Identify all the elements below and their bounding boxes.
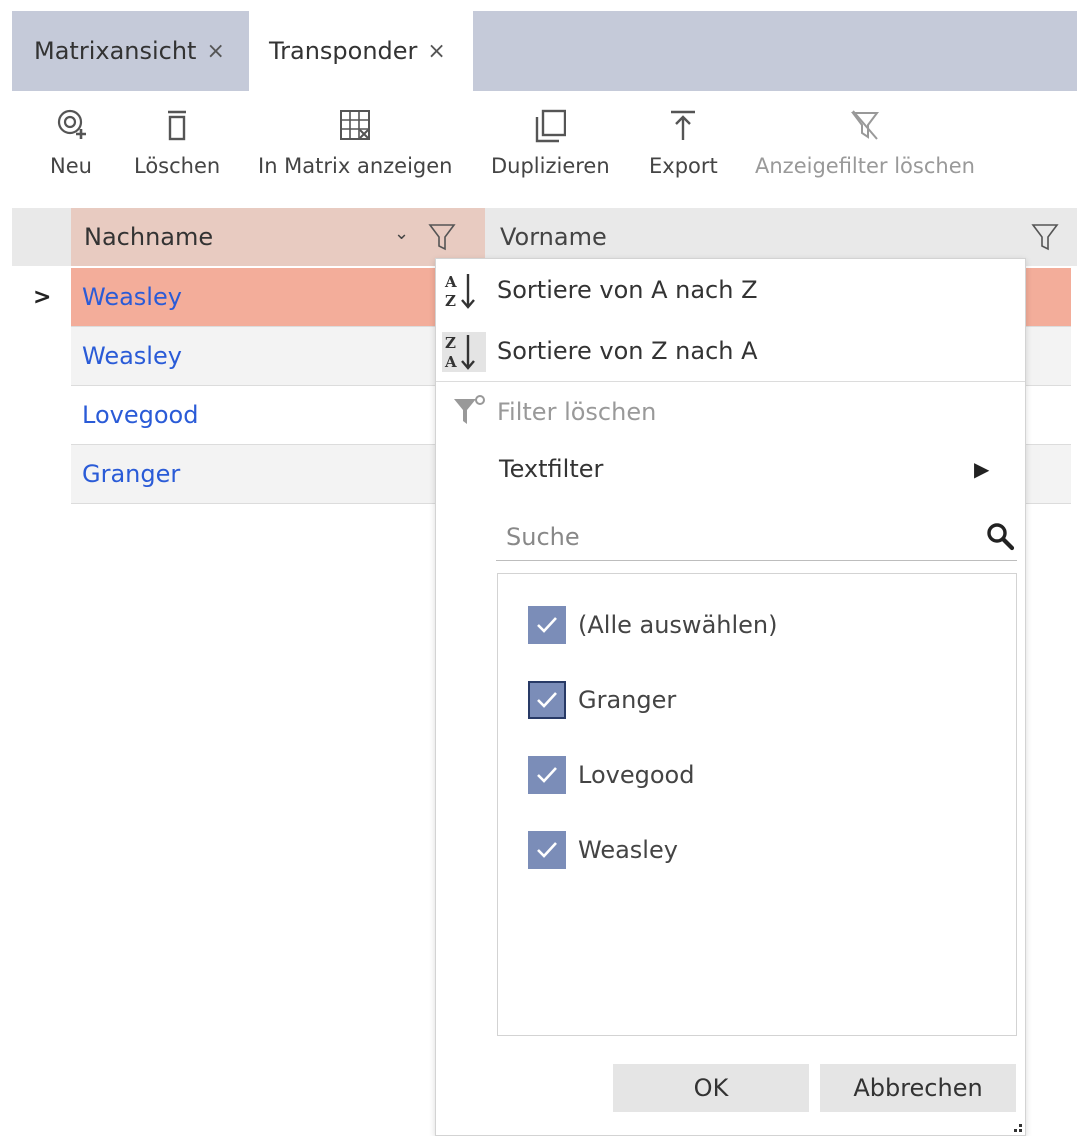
filter-clear-icon [454,395,485,424]
delete-button[interactable]: Löschen [134,108,220,178]
clear-display-filter-label: Anzeigefilter löschen [755,154,975,178]
sort-a-z-icon: A Z [444,273,475,310]
clear-filter-label: Filter löschen [497,398,657,426]
duplicate-icon [536,109,567,143]
sort-z-a-icon: Z A [442,332,486,372]
tab-label: Transponder [269,37,418,65]
close-icon[interactable]: × [206,39,224,64]
show-in-matrix-label: In Matrix anzeigen [258,154,453,178]
new-label: Neu [50,154,92,178]
list-item[interactable]: Granger [528,680,676,720]
submenu-arrow-icon: ▶ [974,457,990,481]
column-label: Vorname [500,223,607,251]
checkbox-weasley[interactable] [528,831,566,869]
text-filter-menu-item[interactable]: Textfilter ▶ [436,440,1025,498]
trash-icon [168,110,187,141]
svg-text:Z: Z [445,334,456,352]
toolbar: Neu Löschen In Matrix anzeigen Duplizier… [0,108,1077,188]
tab-transponder[interactable]: Transponder × [249,11,473,91]
column-label: Nachname [84,223,214,251]
checkmark-icon [537,842,557,858]
new-button[interactable]: Neu [50,108,92,178]
sort-descending-icon: ⌄ [394,223,410,244]
checkbox-lovegood[interactable] [528,756,566,794]
filter-icon[interactable] [1031,222,1059,252]
cell-nachname[interactable]: Weasley [82,283,182,311]
tab-matrixansicht[interactable]: Matrixansicht × [12,11,249,91]
svg-text:A: A [444,273,457,291]
export-label: Export [649,154,718,178]
filter-icon[interactable] [428,222,456,252]
list-item-label: (Alle auswählen) [578,611,778,639]
list-item[interactable]: Lovegood [528,755,694,795]
cancel-button[interactable]: Abbrechen [820,1064,1016,1112]
cell-nachname[interactable]: Granger [82,460,180,488]
search-icon[interactable] [985,521,1015,551]
checkmark-icon [537,617,557,633]
filter-search-input[interactable] [496,517,966,557]
cell-nachname[interactable]: Weasley [82,342,182,370]
list-item[interactable]: (Alle auswählen) [528,605,778,645]
list-item[interactable]: Weasley [528,830,678,870]
cell-nachname[interactable]: Lovegood [82,401,198,429]
matrix-grid-icon [340,110,371,140]
checkbox-granger[interactable] [528,681,566,719]
column-filter-popup: A Z Sortiere von A nach Z Z A Sortiere v… [435,258,1026,1136]
checkmark-icon [537,767,557,783]
ok-button[interactable]: OK [613,1064,809,1112]
show-in-matrix-button[interactable]: In Matrix anzeigen [258,108,453,178]
export-button[interactable]: Export [649,108,718,178]
clear-filter-menu-item[interactable]: Filter löschen [436,383,1025,441]
delete-label: Löschen [134,154,221,178]
checkmark-icon [537,692,557,708]
list-item-label: Granger [578,686,677,714]
export-icon [671,110,696,140]
new-transponder-icon [57,109,86,139]
tab-bar: Matrixansicht × Transponder × [12,11,1077,91]
sort-ascending-label: Sortiere von A nach Z [497,276,758,304]
text-filter-label: Textfilter [499,455,604,483]
column-header-nachname[interactable]: Nachname ⌄ [71,208,485,266]
sort-descending-menu-item[interactable]: Z A Sortiere von Z nach A [436,322,1025,380]
duplicate-label: Duplizieren [491,154,610,178]
sort-descending-label: Sortiere von Z nach A [497,337,758,365]
current-row-indicator: > [33,285,52,310]
close-icon[interactable]: × [427,39,445,64]
filter-search [496,511,1017,561]
svg-text:A: A [444,353,457,371]
clear-filter-icon [850,110,879,140]
list-item-label: Weasley [578,836,678,864]
list-item-label: Lovegood [578,761,695,789]
duplicate-button[interactable]: Duplizieren [491,108,610,178]
filter-values-list: (Alle auswählen) Granger Lovegood Weasle… [497,573,1017,1036]
checkbox-select-all[interactable] [528,606,566,644]
clear-display-filter-button[interactable]: Anzeigefilter löschen [755,108,975,178]
tab-label: Matrixansicht [34,37,197,65]
menu-separator [436,381,1025,382]
svg-text:Z: Z [445,292,456,310]
sort-ascending-menu-item[interactable]: A Z Sortiere von A nach Z [436,261,1025,319]
resize-grip-icon[interactable] [1013,1123,1023,1133]
